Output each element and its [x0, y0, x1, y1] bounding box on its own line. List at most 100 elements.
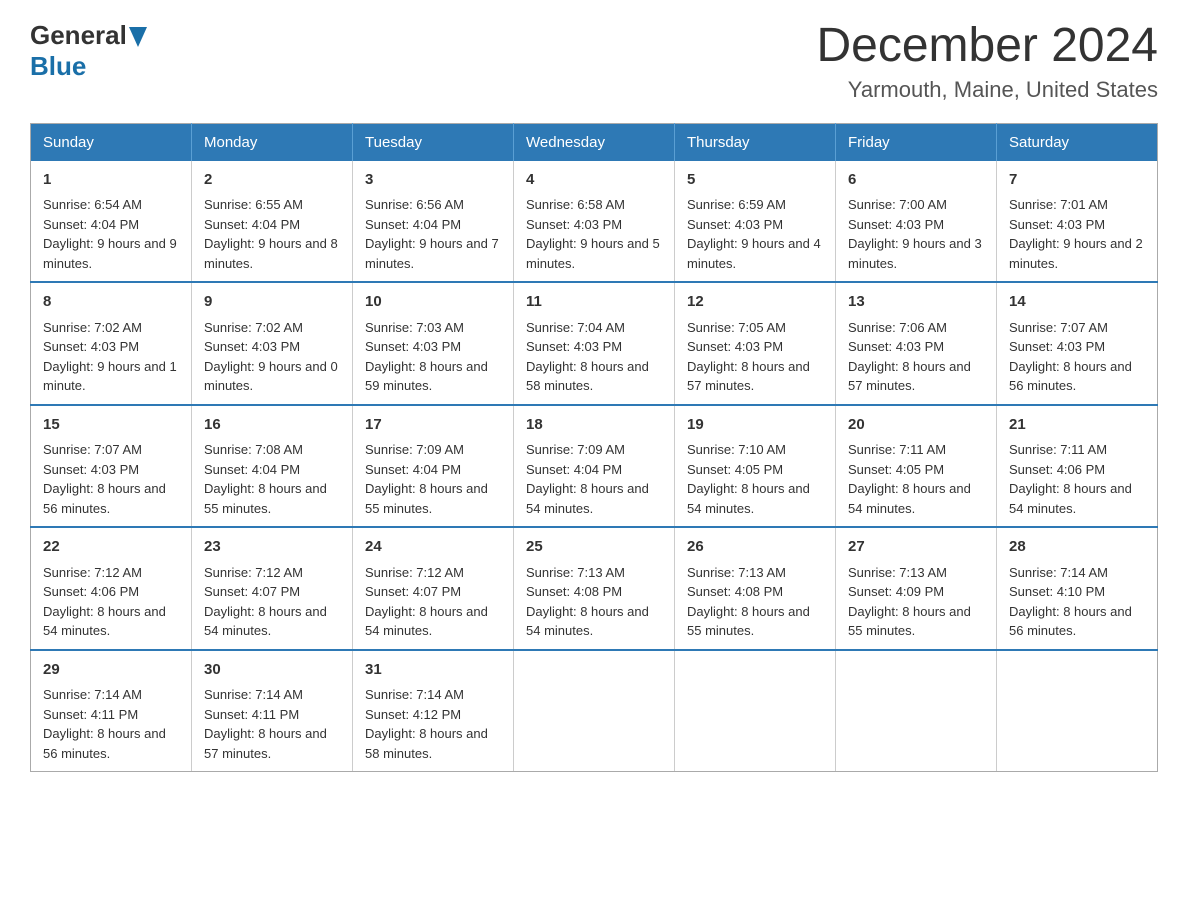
day-number: 16 [204, 414, 340, 437]
calendar-week-2: 8Sunrise: 7:02 AMSunset: 4:03 PMDaylight… [31, 282, 1158, 405]
day-number: 14 [1009, 291, 1145, 314]
day-number: 9 [204, 291, 340, 314]
calendar-week-1: 1 Sunrise: 6:54 AMSunset: 4:04 PMDaylight… [31, 161, 1158, 283]
col-wednesday: Wednesday [514, 123, 675, 161]
table-row [675, 650, 836, 772]
day-number: 21 [1009, 414, 1145, 437]
day-number: 5 [687, 169, 823, 192]
day-number: 26 [687, 536, 823, 559]
table-row [997, 650, 1158, 772]
day-number: 28 [1009, 536, 1145, 559]
table-row: 10 Sunrise: 7:03 AMSunset: 4:03 PMDayligh… [353, 282, 514, 405]
calendar-week-3: 15 Sunrise: 7:07 AMSunset: 4:03 PMDayligh… [31, 405, 1158, 528]
day-info: Sunrise: 6:56 AMSunset: 4:04 PMDaylight:… [365, 197, 499, 271]
day-info: Sunrise: 7:00 AMSunset: 4:03 PMDaylight:… [848, 197, 982, 271]
day-number: 19 [687, 414, 823, 437]
location-title: Yarmouth, Maine, United States [816, 77, 1158, 103]
month-title: December 2024 [816, 20, 1158, 73]
table-row: 30 Sunrise: 7:14 AMSunset: 4:11 PMDayligh… [192, 650, 353, 772]
table-row: 2 Sunrise: 6:55 AMSunset: 4:04 PMDaylight… [192, 161, 353, 283]
day-info: Sunrise: 7:12 AMSunset: 4:07 PMDaylight:… [365, 565, 488, 639]
day-info: Sunrise: 7:14 AMSunset: 4:12 PMDaylight:… [365, 687, 488, 761]
table-row [514, 650, 675, 772]
col-thursday: Thursday [675, 123, 836, 161]
day-info: Sunrise: 7:09 AMSunset: 4:04 PMDaylight:… [526, 442, 649, 516]
day-number: 10 [365, 291, 501, 314]
day-info: Sunrise: 7:13 AMSunset: 4:09 PMDaylight:… [848, 565, 971, 639]
calendar-week-4: 22Sunrise: 7:12 AMSunset: 4:06 PMDayligh… [31, 527, 1158, 650]
day-info: Sunrise: 7:13 AMSunset: 4:08 PMDaylight:… [687, 565, 810, 639]
day-number: 24 [365, 536, 501, 559]
day-info: Sunrise: 7:07 AMSunset: 4:03 PMDaylight:… [43, 442, 166, 516]
table-row: 17 Sunrise: 7:09 AMSunset: 4:04 PMDayligh… [353, 405, 514, 528]
table-row: 1 Sunrise: 6:54 AMSunset: 4:04 PMDaylight… [31, 161, 192, 283]
table-row: 24 Sunrise: 7:12 AMSunset: 4:07 PMDayligh… [353, 527, 514, 650]
day-info: Sunrise: 6:54 AMSunset: 4:04 PMDaylight:… [43, 197, 177, 271]
day-info: Sunrise: 7:03 AMSunset: 4:03 PMDaylight:… [365, 320, 488, 394]
day-number: 1 [43, 169, 179, 192]
table-row: 9Sunrise: 7:02 AMSunset: 4:03 PMDaylight… [192, 282, 353, 405]
day-number: 15 [43, 414, 179, 437]
col-monday: Monday [192, 123, 353, 161]
col-saturday: Saturday [997, 123, 1158, 161]
table-row: 14 Sunrise: 7:07 AMSunset: 4:03 PMDayligh… [997, 282, 1158, 405]
col-tuesday: Tuesday [353, 123, 514, 161]
table-row: 18Sunrise: 7:09 AMSunset: 4:04 PMDayligh… [514, 405, 675, 528]
day-number: 20 [848, 414, 984, 437]
table-row: 19 Sunrise: 7:10 AMSunset: 4:05 PMDayligh… [675, 405, 836, 528]
day-number: 30 [204, 659, 340, 682]
day-info: Sunrise: 7:06 AMSunset: 4:03 PMDaylight:… [848, 320, 971, 394]
table-row [836, 650, 997, 772]
table-row: 16 Sunrise: 7:08 AMSunset: 4:04 PMDayligh… [192, 405, 353, 528]
table-row: 15 Sunrise: 7:07 AMSunset: 4:03 PMDayligh… [31, 405, 192, 528]
table-row: 8Sunrise: 7:02 AMSunset: 4:03 PMDaylight… [31, 282, 192, 405]
day-info: Sunrise: 7:09 AMSunset: 4:04 PMDaylight:… [365, 442, 488, 516]
table-row: 11 Sunrise: 7:04 AMSunset: 4:03 PMDayligh… [514, 282, 675, 405]
table-row: 4Sunrise: 6:58 AMSunset: 4:03 PMDaylight… [514, 161, 675, 283]
day-number: 17 [365, 414, 501, 437]
logo-arrow-icon [129, 27, 147, 47]
day-info: Sunrise: 6:55 AMSunset: 4:04 PMDaylight:… [204, 197, 338, 271]
day-info: Sunrise: 7:08 AMSunset: 4:04 PMDaylight:… [204, 442, 327, 516]
calendar-week-5: 29 Sunrise: 7:14 AMSunset: 4:11 PMDayligh… [31, 650, 1158, 772]
day-info: Sunrise: 7:14 AMSunset: 4:10 PMDaylight:… [1009, 565, 1132, 639]
page-header: General Blue December 2024 Yarmouth, Mai… [30, 20, 1158, 103]
day-number: 22 [43, 536, 179, 559]
day-number: 8 [43, 291, 179, 314]
col-sunday: Sunday [31, 123, 192, 161]
table-row: 12Sunrise: 7:05 AMSunset: 4:03 PMDayligh… [675, 282, 836, 405]
table-row: 25Sunrise: 7:13 AMSunset: 4:08 PMDayligh… [514, 527, 675, 650]
day-info: Sunrise: 7:10 AMSunset: 4:05 PMDaylight:… [687, 442, 810, 516]
day-number: 11 [526, 291, 662, 314]
logo-general-text: General [30, 20, 127, 51]
day-info: Sunrise: 7:13 AMSunset: 4:08 PMDaylight:… [526, 565, 649, 639]
table-row: 7Sunrise: 7:01 AMSunset: 4:03 PMDaylight… [997, 161, 1158, 283]
day-info: Sunrise: 6:59 AMSunset: 4:03 PMDaylight:… [687, 197, 821, 271]
table-row: 27 Sunrise: 7:13 AMSunset: 4:09 PMDayligh… [836, 527, 997, 650]
day-info: Sunrise: 7:14 AMSunset: 4:11 PMDaylight:… [204, 687, 327, 761]
day-number: 13 [848, 291, 984, 314]
day-info: Sunrise: 7:11 AMSunset: 4:06 PMDaylight:… [1009, 442, 1132, 516]
day-number: 29 [43, 659, 179, 682]
logo-blue-text: Blue [30, 51, 86, 81]
calendar-header-row: Sunday Monday Tuesday Wednesday Thursday… [31, 123, 1158, 161]
day-info: Sunrise: 7:04 AMSunset: 4:03 PMDaylight:… [526, 320, 649, 394]
logo: General Blue [30, 20, 147, 82]
day-number: 3 [365, 169, 501, 192]
day-info: Sunrise: 7:14 AMSunset: 4:11 PMDaylight:… [43, 687, 166, 761]
table-row: 6 Sunrise: 7:00 AMSunset: 4:03 PMDaylight… [836, 161, 997, 283]
day-number: 23 [204, 536, 340, 559]
table-row: 31 Sunrise: 7:14 AMSunset: 4:12 PMDayligh… [353, 650, 514, 772]
day-number: 6 [848, 169, 984, 192]
day-number: 31 [365, 659, 501, 682]
day-number: 2 [204, 169, 340, 192]
day-number: 12 [687, 291, 823, 314]
title-area: December 2024 Yarmouth, Maine, United St… [816, 20, 1158, 103]
day-info: Sunrise: 7:12 AMSunset: 4:07 PMDaylight:… [204, 565, 327, 639]
day-number: 27 [848, 536, 984, 559]
day-info: Sunrise: 6:58 AMSunset: 4:03 PMDaylight:… [526, 197, 660, 271]
table-row: 20Sunrise: 7:11 AMSunset: 4:05 PMDayligh… [836, 405, 997, 528]
day-info: Sunrise: 7:07 AMSunset: 4:03 PMDaylight:… [1009, 320, 1132, 394]
table-row: 26 Sunrise: 7:13 AMSunset: 4:08 PMDayligh… [675, 527, 836, 650]
calendar-table: Sunday Monday Tuesday Wednesday Thursday… [30, 123, 1158, 773]
